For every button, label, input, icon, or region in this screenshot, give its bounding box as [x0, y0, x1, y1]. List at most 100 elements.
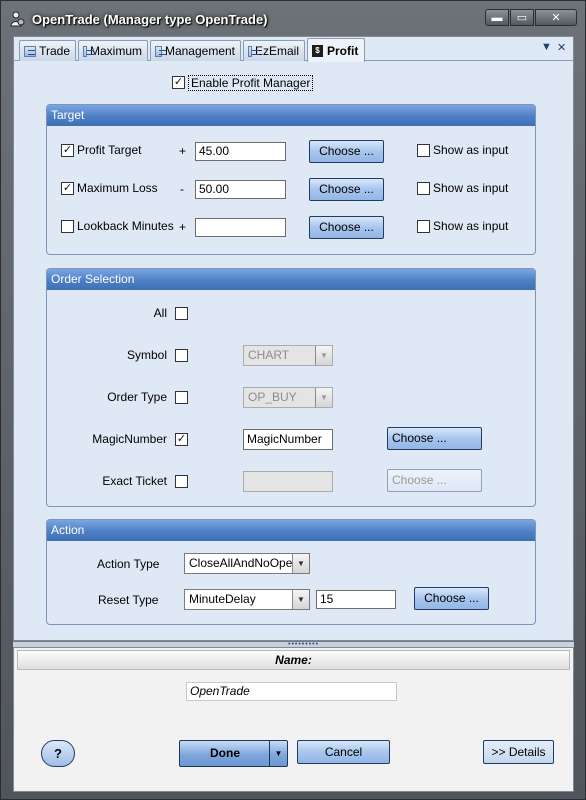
- lookback-minutes-label: Lookback Minutes: [77, 219, 174, 233]
- magic-number-label: MagicNumber: [92, 432, 167, 446]
- order-type-select[interactable]: OP_BUY ▼: [243, 387, 333, 408]
- profit-target-show-input-label: Show as input: [433, 143, 509, 157]
- exact-ticket-choose-button[interactable]: Choose ...: [387, 469, 482, 492]
- exact-ticket-input[interactable]: [243, 471, 333, 492]
- form-icon: [155, 45, 166, 57]
- order-selection-group-title: Order Selection: [47, 269, 535, 290]
- profit-target-show-input-checkbox[interactable]: [417, 144, 430, 157]
- tab-label: EzEmail: [254, 44, 299, 58]
- exact-ticket-checkbox[interactable]: [175, 475, 188, 488]
- name-input[interactable]: OpenTrade: [186, 682, 397, 701]
- lookback-minutes-input[interactable]: [195, 218, 286, 237]
- order-type-label: Order Type: [107, 390, 167, 404]
- maximum-loss-label: Maximum Loss: [77, 181, 158, 195]
- title-bar[interactable]: OpenTrade (Manager type OpenTrade) ▬ ▭ ✕: [1, 1, 585, 35]
- maximum-loss-show-input-checkbox[interactable]: [417, 182, 430, 195]
- magic-number-checkbox[interactable]: ✓: [175, 433, 188, 446]
- action-group: Action Action Type CloseAllAndNoOpen ▼ R…: [46, 519, 536, 625]
- maximum-loss-choose-button[interactable]: Choose ...: [309, 178, 384, 201]
- tab-label: Management: [164, 44, 235, 58]
- symbol-select[interactable]: CHART ▼: [243, 345, 333, 366]
- tab-strip: Trade Maximum Management EzEmail $ Profi…: [14, 37, 573, 62]
- magic-number-input[interactable]: MagicNumber: [243, 429, 333, 450]
- reset-choose-button[interactable]: Choose ...: [414, 587, 489, 610]
- reset-type-label: Reset Type: [98, 593, 159, 607]
- form-icon: [83, 45, 94, 57]
- maximum-loss-show-input-label: Show as input: [433, 181, 509, 195]
- maximize-icon: ▭: [516, 12, 528, 24]
- reset-type-select-value: MinuteDelay: [189, 592, 256, 606]
- lookback-minutes-show-input-checkbox[interactable]: [417, 220, 430, 233]
- symbol-label: Symbol: [126, 348, 167, 362]
- profit-target-choose-button[interactable]: Choose ...: [309, 140, 384, 163]
- enable-profit-manager-label: Enable Profit Manager: [188, 75, 314, 91]
- checkmark-icon: ✓: [62, 144, 73, 156]
- help-button[interactable]: ?: [41, 740, 75, 767]
- close-button[interactable]: ✕: [535, 9, 577, 26]
- checkmark-icon: ✓: [62, 182, 73, 194]
- dollar-icon: $: [312, 44, 323, 57]
- done-button-label: Done: [210, 746, 240, 760]
- cancel-button[interactable]: Cancel: [297, 740, 390, 764]
- tab-ezemail[interactable]: EzEmail: [243, 40, 305, 61]
- checkmark-icon: ✓: [176, 433, 187, 445]
- minimize-icon: ▬: [491, 11, 503, 24]
- action-type-select-value: CloseAllAndNoOpen: [189, 556, 300, 570]
- close-icon: ✕: [551, 12, 561, 24]
- details-button[interactable]: >> Details: [483, 740, 554, 764]
- order-type-select-value: OP_BUY: [248, 390, 297, 404]
- tab-close-icon[interactable]: ✕: [557, 41, 566, 54]
- tab-list-dropdown-icon[interactable]: ▼: [541, 41, 552, 53]
- tab-label: Maximum: [89, 44, 142, 58]
- profit-target-sign: +: [179, 144, 187, 158]
- lookback-minutes-checkbox[interactable]: [61, 220, 74, 233]
- profit-target-checkbox[interactable]: ✓: [61, 144, 74, 157]
- action-group-title: Action: [47, 520, 535, 541]
- symbol-select-value: CHART: [248, 348, 290, 362]
- window-title: OpenTrade (Manager type OpenTrade): [32, 12, 268, 27]
- magic-number-choose-button[interactable]: Choose ...: [387, 427, 482, 450]
- form-icon: [24, 45, 37, 57]
- order-type-checkbox[interactable]: [175, 391, 188, 404]
- done-button[interactable]: Done ▼: [179, 740, 288, 767]
- tab-trade[interactable]: Trade: [19, 40, 76, 61]
- checkmark-icon: ✓: [173, 76, 184, 88]
- tab-label: Profit: [327, 43, 359, 58]
- chevron-down-icon: ▼: [292, 554, 309, 573]
- maximum-loss-input[interactable]: 50.00: [195, 180, 286, 199]
- tab-management[interactable]: Management: [150, 40, 241, 61]
- person-gear-icon: [10, 11, 25, 27]
- chevron-down-icon: ▼: [315, 388, 332, 407]
- maximum-loss-checkbox[interactable]: ✓: [61, 182, 74, 195]
- exact-ticket-label: Exact Ticket: [102, 474, 167, 488]
- lookback-minutes-choose-button[interactable]: Choose ...: [309, 216, 384, 239]
- lookback-minutes-sign: +: [179, 220, 187, 234]
- target-group-title: Target: [47, 105, 535, 126]
- form-icon: [248, 45, 259, 57]
- profit-target-input[interactable]: 45.00: [195, 142, 286, 161]
- action-type-label: Action Type: [97, 557, 160, 571]
- action-type-select[interactable]: CloseAllAndNoOpen ▼: [184, 553, 310, 574]
- symbol-checkbox[interactable]: [175, 349, 188, 362]
- tab-profit[interactable]: $ Profit: [307, 38, 365, 62]
- reset-type-select[interactable]: MinuteDelay ▼: [184, 589, 310, 610]
- maximize-button[interactable]: ▭: [510, 9, 534, 26]
- enable-profit-manager-checkbox[interactable]: ✓: [172, 76, 185, 89]
- all-checkbox[interactable]: [175, 307, 188, 320]
- tab-container: Trade Maximum Management EzEmail $ Profi…: [13, 36, 574, 641]
- tab-label: Trade: [39, 44, 70, 58]
- chevron-down-icon: ▼: [292, 590, 309, 609]
- name-header: Name:: [17, 650, 570, 670]
- name-panel: Name: OpenTrade ? Done ▼ Cancel >> Detai…: [13, 647, 574, 792]
- chevron-down-icon: ▼: [315, 346, 332, 365]
- target-group: Target ✓ Profit Target + 45.00 Choose ..…: [46, 104, 536, 255]
- lookback-minutes-show-input-label: Show as input: [433, 219, 509, 233]
- manager-window: OpenTrade (Manager type OpenTrade) ▬ ▭ ✕…: [0, 0, 586, 800]
- minimize-button[interactable]: ▬: [485, 9, 509, 26]
- profit-tab-panel: ✓ Enable Profit Manager Target ✓ Profit …: [16, 62, 571, 640]
- chevron-down-icon[interactable]: ▼: [269, 741, 287, 766]
- tab-maximum[interactable]: Maximum: [78, 40, 148, 61]
- order-selection-group: Order Selection All Symbol CHART ▼ Order…: [46, 268, 536, 507]
- profit-target-label: Profit Target: [77, 143, 142, 157]
- reset-value-input[interactable]: 15: [316, 590, 396, 609]
